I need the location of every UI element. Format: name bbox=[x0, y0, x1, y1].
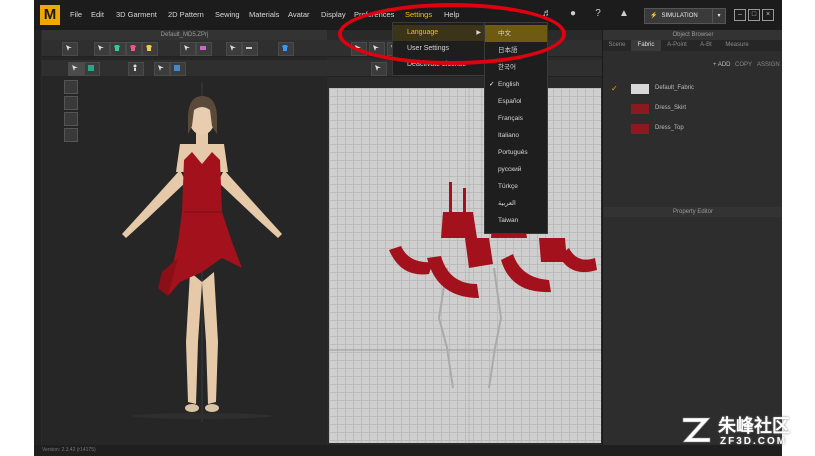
object-browser-panel: Object Browser Scene Fabric A-Point A-Bt… bbox=[602, 30, 782, 445]
lightning-icon: ⚡ bbox=[650, 13, 658, 19]
object-browser-title: Object Browser bbox=[603, 30, 782, 40]
tab-fabric[interactable]: Fabric bbox=[631, 40, 661, 51]
watermark-cn-text: 朱峰社区 bbox=[718, 416, 790, 437]
tab-measure[interactable]: Measure bbox=[719, 40, 755, 51]
fabric-name: Dress_Skirt bbox=[655, 105, 687, 111]
maximize-icon[interactable]: □ bbox=[748, 9, 760, 21]
simulation-button[interactable]: ⚡ SIMULATION ▾ bbox=[644, 8, 726, 24]
app-window: M File Edit 3D Garment 2D Pattern Sewing… bbox=[34, 0, 782, 456]
fold-icon[interactable] bbox=[196, 42, 212, 56]
fabric-swatch bbox=[631, 84, 649, 94]
garment-pink-icon[interactable] bbox=[126, 42, 142, 56]
fabric-swatch bbox=[631, 104, 649, 114]
app-logo: M bbox=[40, 5, 60, 25]
checkmark-icon: ✓ bbox=[611, 84, 618, 93]
language-item-russian[interactable]: русский bbox=[485, 161, 547, 178]
segment-sewing-icon[interactable] bbox=[371, 62, 387, 76]
move-icon[interactable] bbox=[94, 42, 110, 56]
menu-materials[interactable]: Materials bbox=[249, 10, 279, 19]
menu-sewing[interactable]: Sewing bbox=[215, 10, 240, 19]
toolbar-3d-row-1 bbox=[42, 40, 327, 57]
tab-a-bt[interactable]: A-Bt bbox=[693, 40, 719, 51]
object-browser-tabs: Scene Fabric A-Point A-Bt Measure bbox=[603, 40, 782, 51]
fabric-name: Dress_Top bbox=[655, 125, 684, 131]
network-icon[interactable]: ▲ bbox=[618, 8, 630, 20]
help-icon[interactable]: ? bbox=[592, 8, 604, 20]
language-item-french[interactable]: Français bbox=[485, 110, 547, 127]
minimize-icon[interactable]: – bbox=[734, 9, 746, 21]
avatar-white-icon[interactable] bbox=[64, 80, 78, 94]
select-icon[interactable] bbox=[68, 62, 84, 76]
language-item-turkish[interactable]: Türkçe bbox=[485, 178, 547, 195]
panel-2d-window bbox=[327, 30, 603, 445]
watermark-en-text: ZF3D.COM bbox=[720, 436, 788, 447]
status-bar: Version: 2.3.42 (r14175) bbox=[34, 445, 782, 456]
language-item-italian[interactable]: Italiano bbox=[485, 127, 547, 144]
tack-icon[interactable] bbox=[180, 42, 196, 56]
add-fabric-button[interactable]: + ADD bbox=[713, 62, 731, 68]
language-item-spanish[interactable]: Español bbox=[485, 93, 547, 110]
library-strip[interactable] bbox=[34, 30, 41, 445]
language-item-taiwan[interactable]: Taiwan bbox=[485, 212, 547, 229]
avatar-grey-icon[interactable] bbox=[64, 96, 78, 110]
checkmark-icon: ✓ bbox=[489, 81, 495, 88]
viewport-3d[interactable] bbox=[42, 76, 327, 438]
arrange-icon[interactable] bbox=[154, 62, 170, 76]
avatar-pose-icon[interactable] bbox=[128, 62, 144, 76]
skin-icon[interactable] bbox=[64, 128, 78, 142]
property-editor-title: Property Editor bbox=[603, 207, 782, 217]
pattern-canvas-2d[interactable] bbox=[329, 88, 601, 443]
select-mesh-icon[interactable] bbox=[62, 42, 78, 56]
grid-tool-icon[interactable] bbox=[170, 62, 186, 76]
tab-scene[interactable]: Scene bbox=[603, 40, 631, 51]
menu-2d-pattern[interactable]: 2D Pattern bbox=[168, 10, 204, 19]
menu-display[interactable]: Display bbox=[321, 10, 346, 19]
chevron-down-icon[interactable]: ▾ bbox=[712, 9, 725, 23]
garment-green-icon[interactable] bbox=[110, 42, 126, 56]
menu-edit[interactable]: Edit bbox=[91, 10, 104, 19]
menu-3d-garment[interactable]: 3D Garment bbox=[116, 10, 157, 19]
highlight-ellipse bbox=[338, 3, 566, 65]
tab-a-point[interactable]: A-Point bbox=[661, 40, 693, 51]
watermark-logo-icon bbox=[682, 417, 711, 443]
garment-yellow-icon[interactable] bbox=[142, 42, 158, 56]
pattern-pieces bbox=[329, 88, 601, 443]
language-item-arabic[interactable]: العربية bbox=[485, 195, 547, 212]
language-item-english[interactable]: ✓ English bbox=[485, 76, 547, 93]
simulation-label: SIMULATION bbox=[661, 13, 698, 19]
teal-tool-icon[interactable] bbox=[84, 62, 100, 76]
language-item-portuguese[interactable]: Português bbox=[485, 144, 547, 161]
fabric-swatch bbox=[631, 124, 649, 134]
fabric-row-default[interactable]: ✓ Default_Fabric bbox=[603, 80, 782, 98]
pin-icon[interactable] bbox=[226, 42, 242, 56]
menu-avatar[interactable]: Avatar bbox=[288, 10, 310, 19]
panel-3d-title: Default_MD5.ZPrj bbox=[42, 30, 327, 40]
fabric-row-top[interactable]: Dress_Top bbox=[603, 120, 782, 138]
panel-3d-window: Default_MD5.ZPrj bbox=[42, 30, 327, 445]
fabric-row-skirt[interactable]: Dress_Skirt bbox=[603, 100, 782, 118]
measure-icon[interactable] bbox=[242, 42, 258, 56]
shirt-icon[interactable] bbox=[278, 42, 294, 56]
garment-blue-icon[interactable] bbox=[64, 112, 78, 126]
user-icon[interactable]: ● bbox=[567, 8, 579, 20]
toolbar-3d-row-2 bbox=[42, 60, 327, 77]
fabric-name: Default_Fabric bbox=[655, 85, 695, 91]
watermark: 朱峰社区 ZF3D.COM bbox=[680, 412, 810, 452]
close-icon[interactable]: × bbox=[762, 9, 774, 21]
menu-file[interactable]: File bbox=[70, 10, 82, 19]
avatar-figure bbox=[122, 82, 282, 422]
copy-fabric-button[interactable]: COPY bbox=[735, 62, 752, 68]
assign-fabric-button[interactable]: ASSIGN bbox=[757, 62, 780, 68]
version-text: Version: 2.3.42 (r14175) bbox=[42, 447, 96, 453]
